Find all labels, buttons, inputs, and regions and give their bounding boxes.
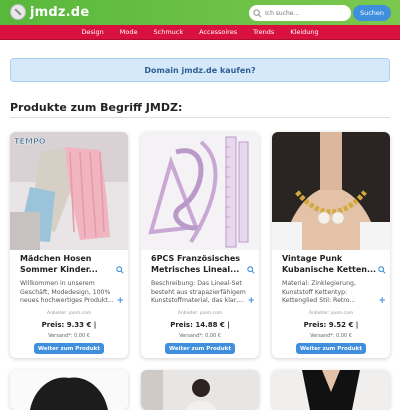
product-card[interactable] [10,370,128,410]
product-card[interactable] [272,370,390,410]
logo-icon [10,4,26,20]
product-button[interactable]: Weiter zum Produkt [34,343,104,354]
product-price: Preis: 9.52 € | [303,321,359,329]
search-button[interactable]: Suchen [353,5,391,21]
product-button[interactable]: Weiter zum Produkt [165,343,235,354]
product-image[interactable] [141,370,259,410]
expand-plus-icon[interactable]: + [378,296,386,306]
product-price: Preis: 9.33 € | [41,321,97,329]
search-box[interactable] [249,5,351,21]
product-description: Beschreibung: Das Lineal-Set besteht aus… [151,280,246,305]
search-icon [253,8,262,17]
product-card[interactable]: Vintage Punk Kubanische Ketten... Materi… [272,132,390,358]
section-title: Produkte zum Begriff JMDZ: [10,101,183,114]
nav-item-mode[interactable]: Mode [112,28,146,36]
search-icon[interactable] [378,266,386,274]
product-card[interactable] [141,370,259,410]
product-card[interactable]: 6PCS Französisches Metrisches Lineal... … [141,132,259,358]
header: jmdz.de Suchen [0,0,400,25]
product-vendor: Anbieter: joom.com [46,311,92,316]
category-nav: Design Mode Schmuck Accessoires Trends K… [0,25,400,40]
product-description: Material: Zinklegierung, Kunststoff Kett… [282,280,356,305]
search-input[interactable] [265,9,345,17]
nav-item-design[interactable]: Design [73,28,111,36]
product-title[interactable]: Vintage Punk Kubanische Ketten... [282,253,382,275]
product-image[interactable] [141,132,259,250]
product-image[interactable] [272,370,390,410]
nav-item-schmuck[interactable]: Schmuck [146,28,192,36]
product-title[interactable]: Mädchen Hosen Sommer Kinder... [20,253,120,275]
domain-sale-banner[interactable]: Domain jmdz.de kaufen? [10,58,390,82]
product-image[interactable] [272,132,390,250]
nav-item-kleidung[interactable]: Kleidung [282,28,326,36]
expand-plus-icon[interactable]: + [247,296,255,306]
product-price: Preis: 14.88 € | [170,321,230,329]
product-vendor: Anbieter: joom.com [308,311,354,316]
product-shipping: Versand*: 0.00 € [48,333,90,339]
divider [10,117,390,118]
product-image-text: TEMPO [14,137,46,146]
nav-item-trends[interactable]: Trends [245,28,282,36]
search-icon[interactable] [116,266,124,274]
logo-text: jmdz.de [30,4,90,20]
expand-plus-icon[interactable]: + [116,296,124,306]
product-shipping: Versand*: 0.00 € [179,333,221,339]
product-image[interactable]: TEMPO [10,132,128,250]
product-description: Willkommen in unserem Geschäft, Modedesi… [20,280,114,305]
product-vendor: Anbieter: joom.com [177,311,223,316]
product-shipping: Versand*: 0.00 € [310,333,352,339]
product-title[interactable]: 6PCS Französisches Metrisches Lineal... [151,253,251,275]
nav-item-accessoires[interactable]: Accessoires [191,28,245,36]
search-icon[interactable] [247,266,255,274]
product-button[interactable]: Weiter zum Produkt [296,343,366,354]
product-image[interactable] [10,370,128,410]
product-card[interactable]: TEMPO Mädchen Hosen Sommer Kinder... Wil… [10,132,128,358]
logo[interactable]: jmdz.de [10,4,89,20]
